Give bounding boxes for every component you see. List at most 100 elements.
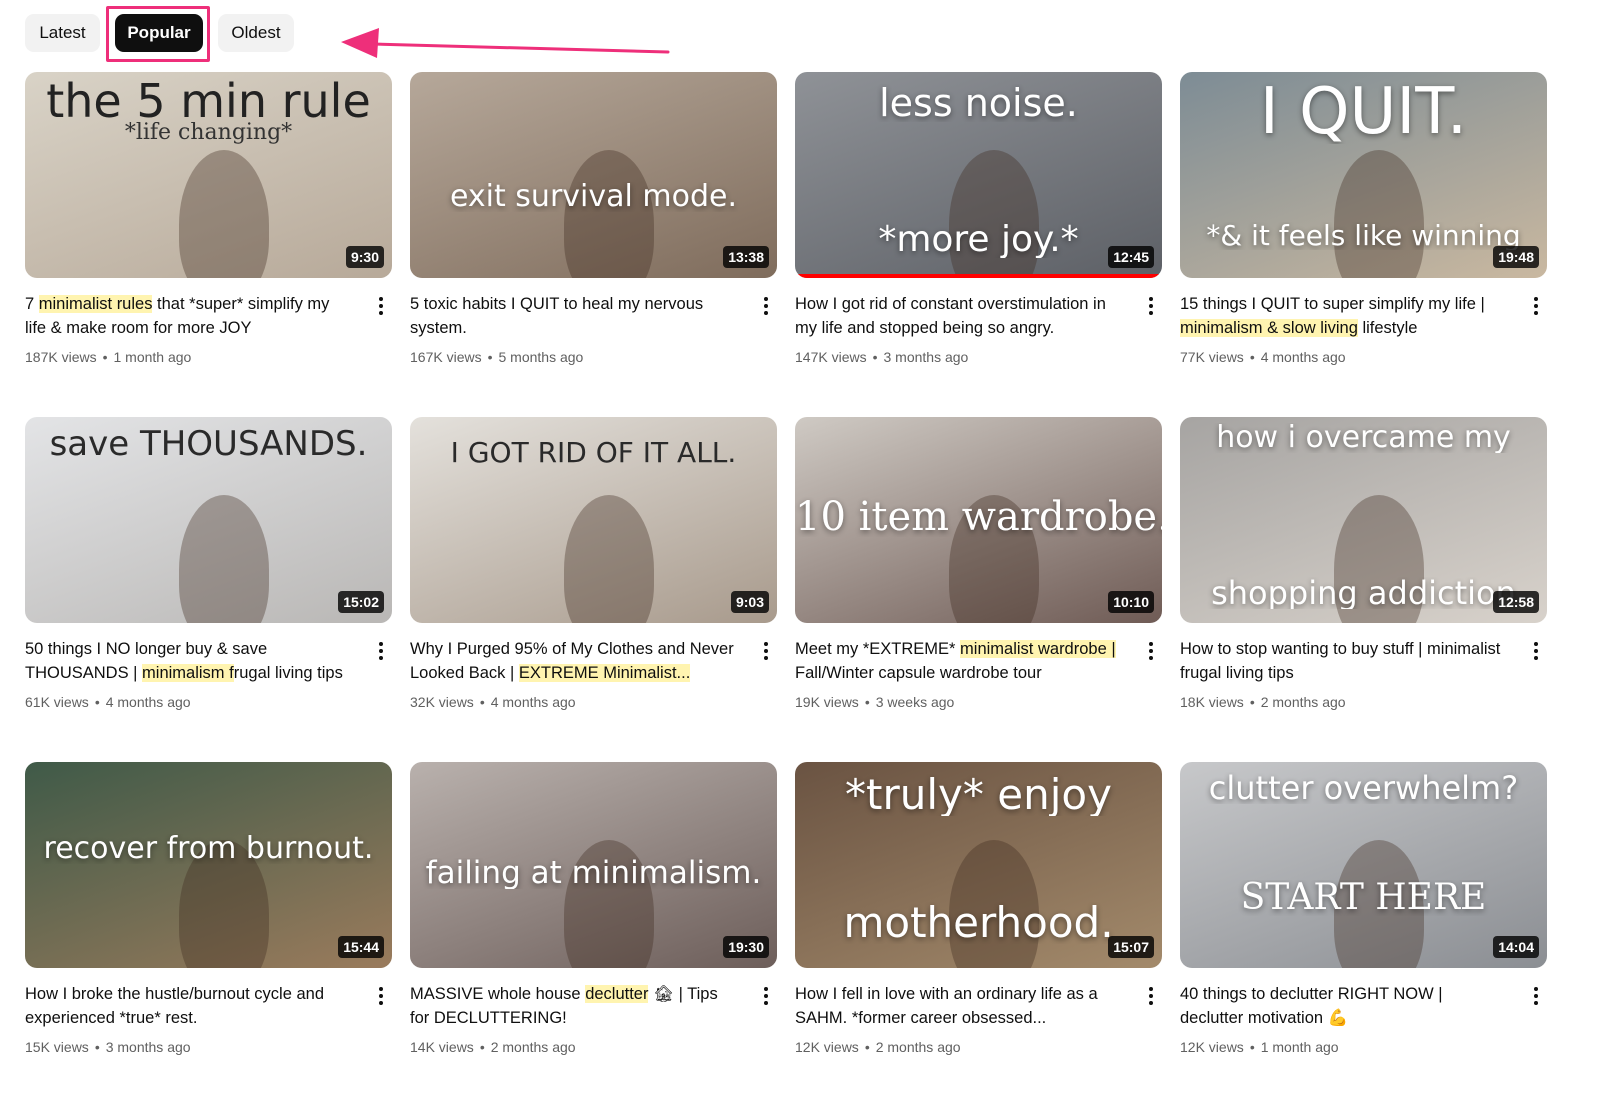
video-title[interactable]: How to stop wanting to buy stuff | minim…: [1180, 637, 1510, 685]
video-card[interactable]: I QUIT. *& it feels like winning 19:48 15 t…: [1180, 72, 1547, 372]
search-highlight: minimalist wardrobe |: [960, 640, 1116, 658]
view-count: 12K views: [795, 1039, 859, 1055]
upload-age: 3 months ago: [883, 349, 969, 365]
duration-badge: 14:04: [1493, 936, 1539, 958]
video-meta: 77K views • 4 months ago: [1180, 349, 1346, 365]
chip-popular[interactable]: Popular: [115, 14, 203, 52]
watch-progress-bar: [795, 274, 1162, 278]
thumbnail-person-figure: [564, 150, 655, 278]
video-thumbnail[interactable]: save THOUSANDS. 15:02: [25, 417, 392, 623]
thumbnail-caption: failing at minimalism.: [425, 858, 762, 889]
view-count: 32K views: [410, 694, 474, 710]
video-title[interactable]: How I broke the hustle/burnout cycle and…: [25, 982, 355, 1030]
view-count: 167K views: [410, 349, 482, 365]
duration-badge: 12:58: [1493, 591, 1539, 613]
more-options-icon[interactable]: [1140, 294, 1162, 318]
duration-badge: 19:48: [1493, 246, 1539, 268]
video-thumbnail[interactable]: I QUIT. *& it feels like winning 19:48: [1180, 72, 1547, 278]
video-thumbnail[interactable]: the 5 min rule *life changing* 9:30: [25, 72, 392, 278]
thumbnail-caption: save THOUSANDS.: [49, 427, 368, 461]
meta-separator: •: [1249, 349, 1255, 365]
video-thumbnail[interactable]: 10 item wardrobe. 10:10: [795, 417, 1162, 623]
thumbnail-caption: I QUIT.: [1259, 80, 1468, 144]
video-title[interactable]: MASSIVE whole house declutter 🏚 | Tips f…: [410, 982, 740, 1030]
video-title[interactable]: 15 things I QUIT to super simplify my li…: [1180, 292, 1510, 340]
more-options-icon[interactable]: [755, 639, 777, 663]
chip-oldest[interactable]: Oldest: [218, 14, 294, 52]
view-count: 147K views: [795, 349, 867, 365]
thumbnail-caption: clutter overwhelm?: [1208, 772, 1519, 804]
view-count: 77K views: [1180, 349, 1244, 365]
duration-badge: 10:10: [1108, 591, 1154, 613]
video-thumbnail[interactable]: clutter overwhelm? START HERE 14:04: [1180, 762, 1547, 968]
thumbnail-caption: START HERE: [1240, 880, 1487, 916]
thumbnail-person-figure: [179, 495, 270, 623]
more-options-icon[interactable]: [370, 984, 392, 1008]
duration-badge: 9:03: [730, 591, 769, 613]
thumbnail-caption: *more joy.*: [878, 222, 1079, 258]
more-options-icon[interactable]: [1525, 639, 1547, 663]
video-thumbnail[interactable]: I GOT RID OF IT ALL. 9:03: [410, 417, 777, 623]
video-card[interactable]: clutter overwhelm? START HERE 14:04 40 thin…: [1180, 762, 1547, 1062]
video-card[interactable]: *truly* enjoy motherhood. 15:07 How I fell …: [795, 762, 1162, 1062]
thumbnail-caption: I GOT RID OF IT ALL.: [450, 439, 737, 467]
meta-separator: •: [1249, 1039, 1255, 1055]
more-options-icon[interactable]: [1525, 294, 1547, 318]
video-thumbnail[interactable]: less noise. *more joy.* 12:45: [795, 72, 1162, 278]
view-count: 12K views: [1180, 1039, 1244, 1055]
duration-badge: 15:44: [338, 936, 384, 958]
meta-separator: •: [1249, 694, 1255, 710]
video-card[interactable]: the 5 min rule *life changing* 9:30 7 minim…: [25, 72, 392, 372]
meta-separator: •: [94, 694, 100, 710]
more-options-icon[interactable]: [1140, 639, 1162, 663]
thumbnail-caption: *life changing*: [124, 122, 293, 144]
video-card[interactable]: save THOUSANDS. 15:02 50 things I NO longe…: [25, 417, 392, 717]
thumbnail-person-figure: [179, 150, 270, 278]
duration-badge: 19:30: [723, 936, 769, 958]
duration-badge: 9:30: [345, 246, 384, 268]
more-options-icon[interactable]: [1525, 984, 1547, 1008]
thumbnail-caption: *truly* enjoy: [845, 774, 1112, 816]
video-thumbnail[interactable]: recover from burnout. 15:44: [25, 762, 392, 968]
video-thumbnail[interactable]: failing at minimalism. 19:30: [410, 762, 777, 968]
video-title[interactable]: How I got rid of constant overstimulatio…: [795, 292, 1125, 340]
video-card[interactable]: failing at minimalism. 19:30 MASSIVE whole…: [410, 762, 777, 1062]
meta-separator: •: [487, 349, 493, 365]
view-count: 15K views: [25, 1039, 89, 1055]
more-options-icon[interactable]: [1140, 984, 1162, 1008]
search-highlight: EXTREME Minimalist...: [518, 664, 691, 682]
video-card[interactable]: how i overcame my shopping addiction 12:58…: [1180, 417, 1547, 717]
video-thumbnail[interactable]: how i overcame my shopping addiction 12:58: [1180, 417, 1547, 623]
more-options-icon[interactable]: [755, 294, 777, 318]
upload-age: 4 months ago: [105, 694, 191, 710]
video-title[interactable]: Meet my *EXTREME* minimalist wardrobe | …: [795, 637, 1125, 685]
video-meta: 14K views • 2 months ago: [410, 1039, 576, 1055]
upload-age: 4 months ago: [1260, 349, 1346, 365]
video-card[interactable]: recover from burnout. 15:44 How I broke th…: [25, 762, 392, 1062]
thumbnail-caption: 10 item wardrobe.: [795, 497, 1162, 537]
video-thumbnail[interactable]: exit survival mode. 13:38: [410, 72, 777, 278]
thumbnail-caption: less noise.: [879, 84, 1078, 122]
video-title[interactable]: Why I Purged 95% of My Clothes and Never…: [410, 637, 740, 685]
video-card[interactable]: 10 item wardrobe. 10:10 Meet my *EXTREME* …: [795, 417, 1162, 717]
search-highlight: declutter: [585, 985, 649, 1003]
more-options-icon[interactable]: [370, 294, 392, 318]
video-title[interactable]: How I fell in love with an ordinary life…: [795, 982, 1125, 1030]
video-card[interactable]: I GOT RID OF IT ALL. 9:03 Why I Purged 95%…: [410, 417, 777, 717]
annotation-arrow-icon: [341, 28, 670, 58]
thumbnail-person-figure: [949, 150, 1040, 278]
more-options-icon[interactable]: [370, 639, 392, 663]
chip-latest[interactable]: Latest: [25, 14, 100, 52]
video-card[interactable]: less noise. *more joy.* 12:45 How I got rid…: [795, 72, 1162, 372]
video-title[interactable]: 40 things to declutter RIGHT NOW | declu…: [1180, 982, 1510, 1030]
video-card[interactable]: exit survival mode. 13:38 5 toxic habits I…: [410, 72, 777, 372]
video-meta: 19K views • 3 weeks ago: [795, 694, 954, 710]
thumbnail-caption: exit survival mode.: [449, 182, 737, 212]
video-thumbnail[interactable]: *truly* enjoy motherhood. 15:07: [795, 762, 1162, 968]
view-count: 18K views: [1180, 694, 1244, 710]
video-title[interactable]: 7 minimalist rules that *super* simplify…: [25, 292, 355, 340]
video-title[interactable]: 5 toxic habits I QUIT to heal my nervous…: [410, 292, 740, 340]
thumbnail-caption: motherhood.: [843, 902, 1114, 944]
more-options-icon[interactable]: [755, 984, 777, 1008]
video-title[interactable]: 50 things I NO longer buy & save THOUSAN…: [25, 637, 355, 685]
